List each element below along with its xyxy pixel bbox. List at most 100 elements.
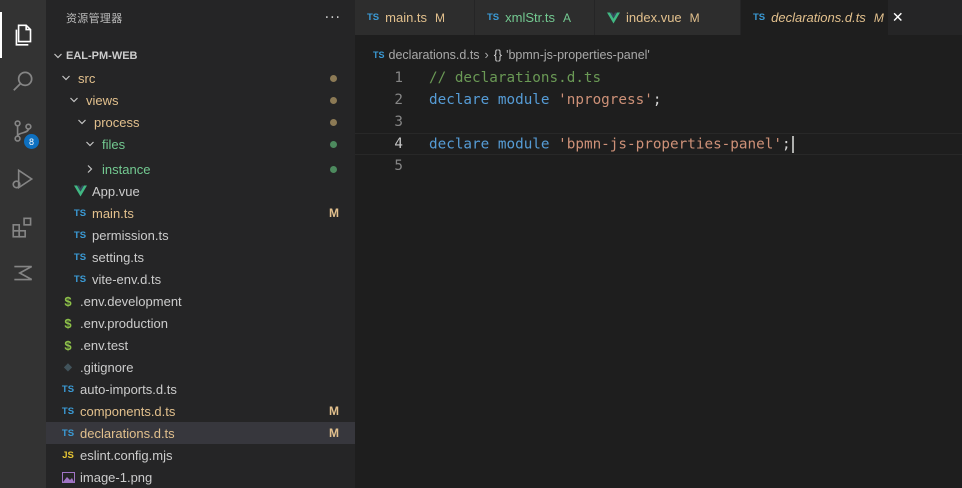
tree-item[interactable]: TS permission.ts — [46, 224, 355, 246]
tree-item[interactable]: TS setting.ts — [46, 246, 355, 268]
tab-git-status: M — [689, 10, 700, 25]
tree-item[interactable]: $ .env.development — [46, 290, 355, 312]
breadcrumb-symbol[interactable]: 'bpmn-js-properties-panel' — [506, 48, 650, 62]
tree-item-label: components.d.ts — [80, 403, 176, 419]
line-number: 1 — [394, 70, 403, 86]
line-number: 5 — [394, 158, 403, 174]
vue-file-icon — [72, 185, 88, 197]
project-root-label: EAL-PM-WEB — [66, 50, 138, 62]
breadcrumb: TS declarations.d.ts › {} 'bpmn-js-prope… — [355, 44, 962, 66]
typescript-file-icon: TS — [61, 427, 75, 439]
editor-tab[interactable]: TS xmlStr.ts A — [475, 0, 595, 35]
tree-item-label: instance — [102, 161, 151, 177]
tree-item-label: permission.ts — [92, 227, 169, 243]
vue-file-icon — [607, 12, 620, 24]
git-status-dot — [330, 96, 337, 104]
tree-item[interactable]: TS main.ts M — [46, 202, 355, 224]
extensions-icon[interactable] — [0, 204, 46, 250]
code-token: 'bpmn-js-properties-panel' — [558, 136, 782, 152]
run-debug-icon[interactable] — [0, 156, 46, 202]
code-token: declare — [429, 92, 490, 108]
tree-item-label: .env.test — [80, 337, 129, 353]
code-line: 5 — [355, 155, 962, 177]
tree-item-label: image-1.png — [80, 469, 153, 485]
git-file-icon: ◆ — [64, 361, 72, 373]
code-token: ; — [781, 136, 791, 152]
tab-label: declarations.d.ts — [771, 10, 866, 25]
git-status-dot — [330, 74, 337, 82]
tree-item[interactable]: App.vue — [46, 180, 355, 202]
editor-tab[interactable]: TS declarations.d.ts M ✕ — [741, 0, 904, 35]
search-icon[interactable] — [0, 58, 46, 104]
code-token: // declarations.d.ts — [429, 70, 602, 86]
ts-file-icon: TS — [373, 50, 385, 60]
env-file-icon: $ — [64, 337, 72, 353]
source-control-badge: 8 — [24, 134, 39, 149]
module-symbol-icon: {} — [493, 48, 503, 62]
code-line: 4 declare module 'bpmn-js-properties-pane… — [355, 133, 962, 155]
line-content: // declarations.d.ts — [429, 70, 601, 86]
explorer-header: 资源管理器 ··· — [46, 0, 355, 35]
git-status-dot — [330, 140, 337, 148]
explorer-icon[interactable] — [0, 12, 46, 58]
code-token: ; — [652, 92, 662, 108]
tree-item[interactable]: $ .env.test — [46, 334, 355, 356]
activity-bar: 8 — [0, 0, 46, 488]
code-line: 1 // declarations.d.ts — [355, 67, 962, 89]
tree-item[interactable]: TS auto-imports.d.ts — [46, 378, 355, 400]
tree-item[interactable]: files — [46, 133, 355, 155]
close-icon[interactable]: ✕ — [892, 9, 904, 26]
tree-item[interactable]: process — [46, 111, 355, 133]
tree-item[interactable]: src — [46, 67, 355, 89]
tree-item-label: .gitignore — [80, 359, 134, 375]
line-number: 2 — [394, 92, 403, 108]
chevron-down-icon — [74, 114, 90, 130]
tree-item-label: declarations.d.ts — [80, 425, 175, 441]
tree-item[interactable]: JS eslint.config.mjs — [46, 444, 355, 466]
tab-git-status: M — [873, 10, 884, 25]
tree-item[interactable]: TS declarations.d.ts M — [46, 422, 355, 444]
more-actions-icon[interactable]: ··· — [325, 10, 341, 26]
tree-item[interactable]: instance — [46, 158, 355, 180]
source-control-icon[interactable]: 8 — [0, 108, 46, 154]
tree-item[interactable]: ◆ .gitignore — [46, 356, 355, 378]
tab-label: main.ts — [385, 10, 428, 25]
code-line: 2 declare module 'nprogress'; — [355, 89, 962, 111]
code-token: module — [497, 136, 550, 152]
typescript-file-icon: TS — [73, 273, 87, 285]
tree-item[interactable]: TS components.d.ts M — [46, 400, 355, 422]
editor-tabs: TS main.ts M TS xmlStr.ts A index.vue M TS declar… — [355, 0, 962, 35]
typescript-file-icon: TS — [73, 229, 87, 241]
tree-item[interactable]: image-1.png — [46, 466, 355, 488]
remote-icon[interactable] — [0, 250, 46, 296]
tree-item-label: eslint.config.mjs — [80, 447, 173, 463]
typescript-file-icon: TS — [753, 12, 766, 23]
project-root[interactable]: EAL-PM-WEB — [46, 45, 355, 67]
editor-area: TS main.ts M TS xmlStr.ts Aindex.vue M TS declar… — [355, 0, 962, 488]
code-line: 3 — [355, 111, 962, 133]
env-file-icon: $ — [64, 315, 72, 331]
tree-item[interactable]: views — [46, 89, 355, 111]
breadcrumb-file[interactable]: declarations.d.ts — [389, 48, 480, 62]
image-file-icon — [60, 471, 76, 483]
tree-item-label: files — [102, 136, 126, 152]
typescript-file-icon: TS — [61, 383, 75, 395]
tree-item[interactable]: TS vite-env.d.ts — [46, 268, 355, 290]
text-cursor — [791, 135, 794, 153]
javascript-file-icon: JS — [62, 449, 74, 461]
editor-tab[interactable]: TS main.ts M — [355, 0, 475, 35]
tree-item-label: .env.production — [80, 315, 168, 331]
code-token: module — [497, 92, 550, 108]
line-number: 3 — [394, 114, 403, 130]
git-status-modified: M — [329, 404, 339, 418]
tab-label: index.vue — [626, 10, 682, 25]
tree-item-label: auto-imports.d.ts — [80, 381, 177, 397]
editor-tab[interactable]: index.vue M — [595, 0, 741, 35]
tree-item[interactable]: $ .env.production — [46, 312, 355, 334]
git-status-dot — [330, 118, 337, 126]
chevron-down-icon — [58, 70, 74, 86]
